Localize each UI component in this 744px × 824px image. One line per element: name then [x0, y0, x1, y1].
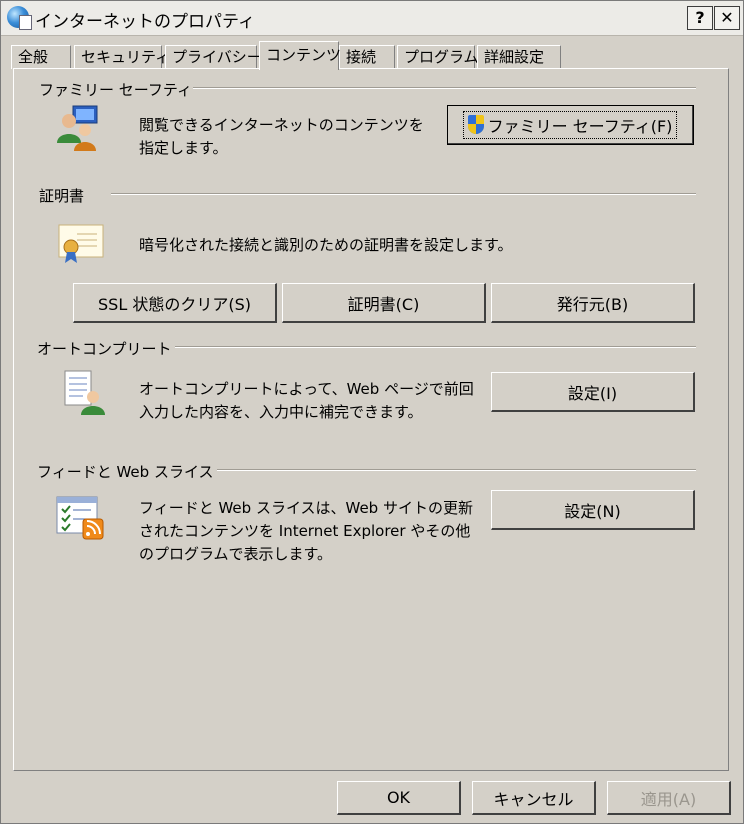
autocomplete-header: オートコンプリート	[37, 340, 172, 358]
feeds-header: フィードと Web スライス	[37, 463, 214, 481]
autocomplete-form-icon	[63, 369, 107, 419]
feeds-divider	[217, 469, 696, 471]
tab-security[interactable]: セキュリティ	[74, 45, 170, 69]
internet-properties-dialog: インターネットのプロパティ ? ✕ 全般 セキュリティ プライバシー コンテンツ…	[0, 0, 744, 824]
tab-connections[interactable]: 接続	[339, 45, 395, 69]
ok-button[interactable]: OK	[337, 781, 461, 815]
certificates-button[interactable]: 証明書(C)	[282, 283, 486, 323]
internet-options-icon	[7, 6, 32, 30]
certificates-description: 暗号化された接続と識別のための証明書を設定します。	[139, 236, 513, 254]
publishers-button[interactable]: 発行元(B)	[491, 283, 695, 323]
tab-bar: 全般 セキュリティ プライバシー コンテンツ 接続 プログラム 詳細設定	[11, 41, 711, 70]
tab-programs[interactable]: プログラム	[397, 45, 479, 69]
family-safety-description: 閲覧できるインターネットのコンテンツを指定します。	[139, 116, 424, 157]
certificates-divider	[111, 193, 696, 195]
window-title: インターネットのプロパティ	[35, 12, 255, 32]
clear-ssl-state-button[interactable]: SSL 状態のクリア(S)	[73, 283, 277, 323]
cancel-button[interactable]: キャンセル	[472, 781, 596, 815]
tab-general[interactable]: 全般	[11, 45, 71, 69]
feeds-settings-button[interactable]: 設定(N)	[491, 490, 695, 530]
help-button[interactable]: ?	[687, 6, 713, 30]
feeds-description: フィードと Web スライスは、Web サイトの更新されたコンテンツを Inte…	[139, 499, 473, 563]
family-safety-divider	[193, 87, 696, 89]
title-bar: インターネットのプロパティ ? ✕	[1, 1, 743, 36]
autocomplete-settings-button[interactable]: 設定(I)	[491, 372, 695, 412]
certificate-icon	[57, 223, 105, 265]
family-safety-button-label: ファミリー セーフティ(F)	[487, 116, 673, 136]
tab-content[interactable]: コンテンツ	[259, 41, 341, 70]
autocomplete-divider	[175, 346, 696, 348]
family-safety-header: ファミリー セーフティ	[39, 81, 192, 99]
uac-shield-icon	[467, 115, 484, 134]
apply-button[interactable]: 適用(A)	[607, 781, 731, 815]
family-safety-button[interactable]: ファミリー セーフティ(F)	[447, 105, 694, 145]
family-users-icon	[53, 103, 101, 155]
rss-feed-icon	[55, 495, 105, 541]
autocomplete-description: オートコンプリートによって、Web ページで前回入力した内容を、入力中に補完でき…	[139, 380, 474, 421]
tab-privacy[interactable]: プライバシー	[165, 45, 262, 69]
tab-advanced[interactable]: 詳細設定	[477, 45, 561, 69]
certificates-header: 証明書	[39, 187, 85, 205]
close-button[interactable]: ✕	[714, 6, 740, 30]
